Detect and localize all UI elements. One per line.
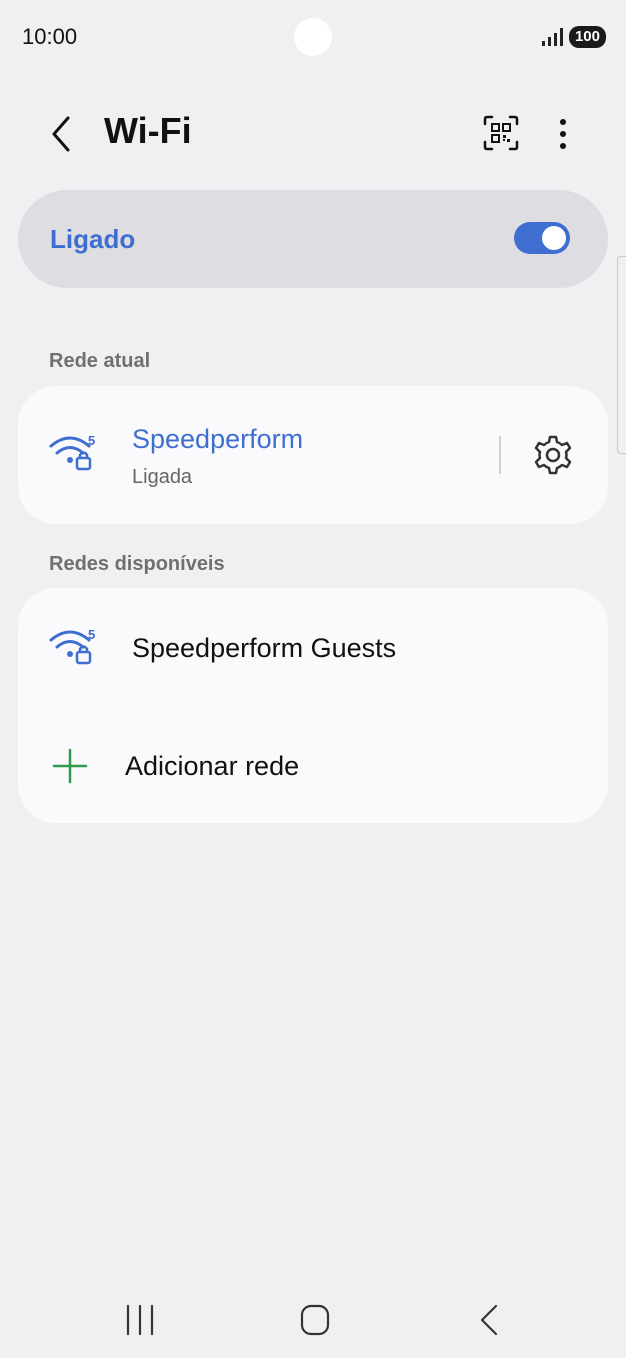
home-icon[interactable] xyxy=(293,1298,337,1342)
svg-text:5: 5 xyxy=(88,433,95,448)
wifi-secured-icon: 5 xyxy=(49,433,95,471)
more-vertical-icon[interactable] xyxy=(548,114,578,154)
toggle-knob xyxy=(542,226,566,250)
add-network-row[interactable]: Adicionar rede xyxy=(18,706,608,823)
current-network-card: 5 Speedperform Ligada xyxy=(18,386,608,524)
wifi-toggle-switch[interactable] xyxy=(514,222,570,254)
current-network-status: Ligada xyxy=(132,466,193,488)
current-network-name[interactable]: Speedperform xyxy=(132,424,303,455)
wifi-settings-screen: 10:00 100 Wi-Fi Ligado Rede atual 5 Spee… xyxy=(0,0,626,1358)
recents-icon[interactable] xyxy=(118,1298,162,1342)
wifi-master-switch-row[interactable]: Ligado xyxy=(18,190,608,288)
section-label-current-network: Rede atual xyxy=(49,350,151,372)
plus-icon xyxy=(52,748,88,784)
add-network-label: Adicionar rede xyxy=(125,751,300,781)
svg-text:5: 5 xyxy=(88,627,95,642)
network-list-item[interactable]: 5 Speedperform Guests xyxy=(18,588,608,706)
page-title: Wi-Fi xyxy=(104,110,192,151)
section-label-available-networks: Redes disponíveis xyxy=(49,553,225,575)
available-networks-card: 5 Speedperform Guests Adicionar rede xyxy=(18,588,608,823)
vertical-divider xyxy=(499,436,501,474)
battery-indicator: 100 xyxy=(568,26,606,48)
qr-code-scan-icon[interactable] xyxy=(482,114,520,152)
network-name: Speedperform Guests xyxy=(132,633,397,663)
wifi-secured-icon: 5 xyxy=(49,627,95,665)
status-time: 10:00 xyxy=(22,24,78,49)
camera-cutout xyxy=(294,18,332,56)
gear-icon[interactable] xyxy=(532,434,574,476)
chevron-left-icon[interactable] xyxy=(44,112,80,156)
back-icon[interactable] xyxy=(468,1298,512,1342)
signal-bars-icon xyxy=(541,28,563,46)
scroll-handle[interactable] xyxy=(617,256,626,454)
status-icons: 100 xyxy=(541,26,606,48)
wifi-master-label: Ligado xyxy=(50,224,136,254)
